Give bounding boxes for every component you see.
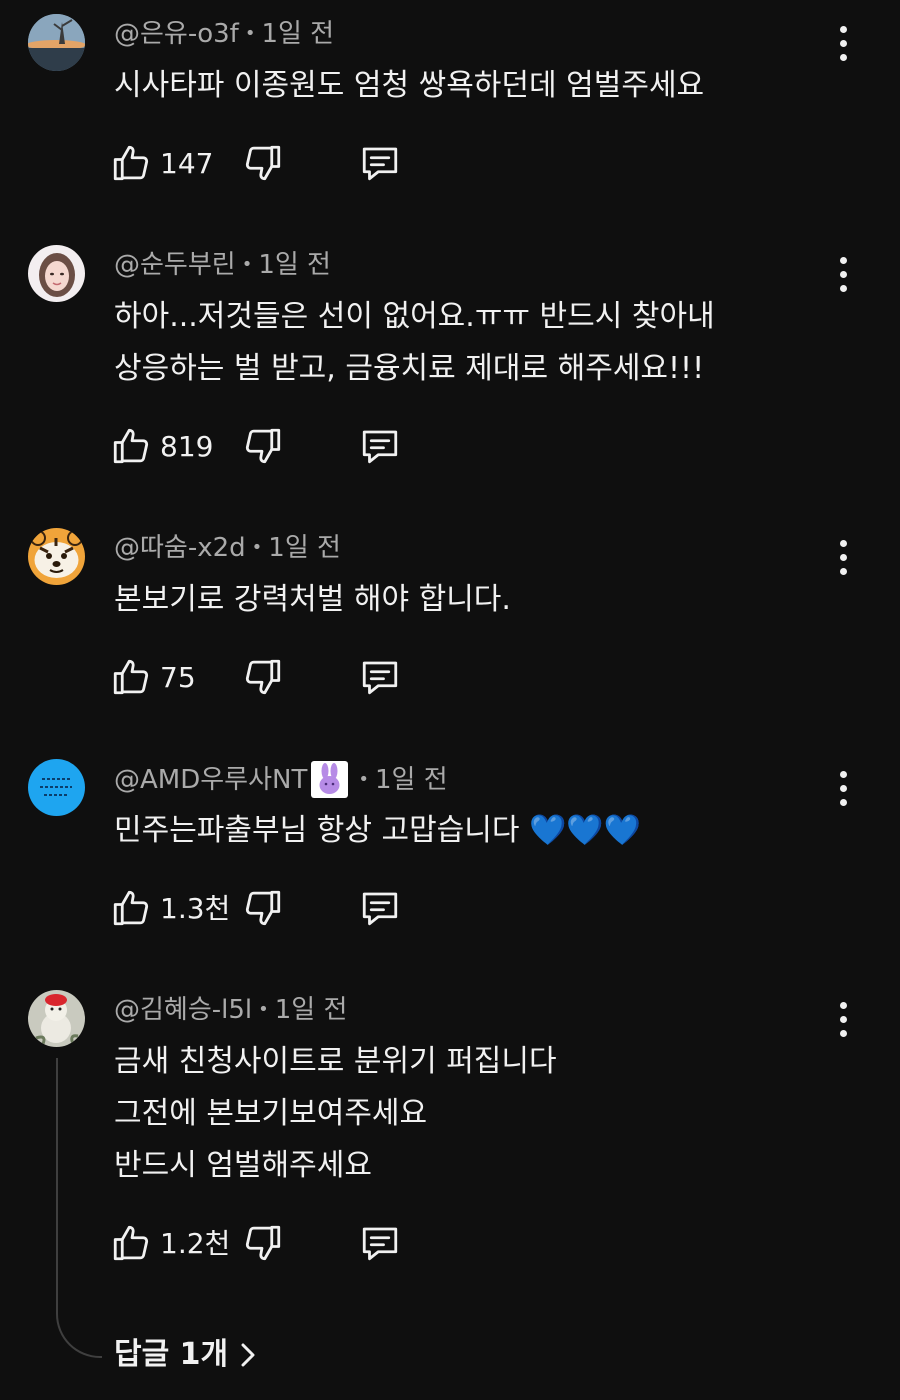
reply-thread-line xyxy=(56,1058,102,1358)
sunset-landscape-avatar[interactable] xyxy=(28,14,85,71)
comment-time: 1일 전 xyxy=(261,19,335,49)
comment-text-line: 그전에 본보기보여주세요 xyxy=(114,1096,428,1131)
view-replies-button[interactable]: 답글 1개 xyxy=(114,1333,258,1377)
comment-actions: 75 xyxy=(110,656,430,702)
more-options-icon[interactable] xyxy=(826,255,862,295)
comment-actions: 147 xyxy=(110,142,430,188)
purple-bunny-badge-icon xyxy=(311,761,349,798)
comment-author[interactable]: @은유-o3f xyxy=(114,16,239,52)
like-count: 147 xyxy=(160,147,214,180)
comment-text-line: 본보기로 강력처벌 해야 합니다. xyxy=(114,582,511,617)
comment-meta: @은유-o3f • 1일 전 xyxy=(114,16,334,52)
dislike-icon[interactable] xyxy=(242,887,284,929)
blue-text-avatar[interactable] xyxy=(28,759,85,816)
reply-icon[interactable] xyxy=(358,142,402,184)
separator-dot: • xyxy=(244,23,256,44)
dislike-icon[interactable] xyxy=(242,656,284,698)
separator-dot: • xyxy=(358,768,369,790)
more-options-icon[interactable] xyxy=(826,769,862,809)
reply-icon[interactable] xyxy=(358,425,402,467)
comment-author[interactable]: @AMD우루사NT xyxy=(114,762,307,798)
reply-icon[interactable] xyxy=(358,887,402,929)
comment-author[interactable]: @순두부린 xyxy=(114,247,236,283)
like-count: 1.3천 xyxy=(160,892,231,925)
comment-meta: @순두부린 • 1일 전 xyxy=(114,247,331,283)
comment-text: 하아...저것들은 선이 없어요.ㅠㅠ 반드시 찾아내 상응하는 벌 받고, 금… xyxy=(114,291,715,395)
comment-text-line: 상응하는 벌 받고, 금융치료 제대로 해주세요!!! xyxy=(114,351,705,386)
like-icon[interactable] xyxy=(110,1222,152,1264)
more-options-icon[interactable] xyxy=(826,24,862,64)
like-count: 75 xyxy=(160,661,196,694)
dislike-icon[interactable] xyxy=(242,425,284,467)
comment-author[interactable]: @따숨-x2d xyxy=(114,530,246,566)
tiger-face-avatar[interactable] xyxy=(28,528,85,585)
comment-text: 시사타파 이종원도 엄청 쌍욕하던데 엄벌주세요 xyxy=(114,60,704,112)
like-icon[interactable] xyxy=(110,142,152,184)
comment-text: 본보기로 강력처벌 해야 합니다. xyxy=(114,574,511,626)
like-icon[interactable] xyxy=(110,425,152,467)
comment-text: 민주는파출부님 항상 고맙습니다 💙💙💙 xyxy=(114,805,641,857)
comment-time: 1일 전 xyxy=(258,250,331,280)
comment-text-line: 반드시 엄벌해주세요 xyxy=(114,1148,372,1183)
chevron-right-icon xyxy=(241,1343,255,1367)
comment-time: 1일 전 xyxy=(274,995,348,1025)
like-count: 819 xyxy=(160,430,214,463)
comment-actions: 819 xyxy=(110,425,430,471)
reply-icon[interactable] xyxy=(358,1222,402,1264)
like-icon[interactable] xyxy=(110,656,152,698)
comment-meta: @따숨-x2d • 1일 전 xyxy=(114,530,341,566)
illustrated-woman-avatar[interactable] xyxy=(28,245,85,302)
comment-meta: @김혜승-l5l • 1일 전 xyxy=(114,992,347,1028)
dislike-icon[interactable] xyxy=(242,1222,284,1264)
separator-dot: • xyxy=(258,999,269,1020)
like-icon[interactable] xyxy=(110,887,152,929)
comment-actions: 1.3천 xyxy=(110,887,430,933)
comment-text-line: 민주는파출부님 항상 고맙습니다 💙💙💙 xyxy=(114,813,642,848)
separator-dot: • xyxy=(251,537,263,558)
replies-label: 답글 1개 xyxy=(114,1337,229,1372)
comment-meta: @AMD우루사NT • 1일 전 xyxy=(114,761,448,798)
comment-author[interactable]: @김혜승-l5l xyxy=(114,992,252,1028)
comment-time: 1일 전 xyxy=(374,764,448,795)
separator-dot: • xyxy=(241,254,253,275)
more-options-icon[interactable] xyxy=(826,1000,862,1040)
comment-time: 1일 전 xyxy=(268,533,341,563)
comment-actions: 1.2천 xyxy=(110,1222,430,1268)
snowman-avatar[interactable] xyxy=(28,990,85,1047)
comment-text: 금새 친청사이트로 분위기 퍼집니다 그전에 본보기보여주세요 반드시 엄벌해주… xyxy=(114,1036,557,1192)
more-options-icon[interactable] xyxy=(826,538,862,578)
dislike-icon[interactable] xyxy=(242,142,284,184)
reply-icon[interactable] xyxy=(358,656,402,698)
comment-text-line: 시사타파 이종원도 엄청 쌍욕하던데 엄벌주세요 xyxy=(114,68,705,103)
like-count: 1.2천 xyxy=(160,1227,231,1260)
comment-text-line: 하아...저것들은 선이 없어요.ㅠㅠ 반드시 찾아내 xyxy=(114,299,715,334)
comment-text-line: 금새 친청사이트로 분위기 퍼집니다 xyxy=(114,1044,557,1079)
